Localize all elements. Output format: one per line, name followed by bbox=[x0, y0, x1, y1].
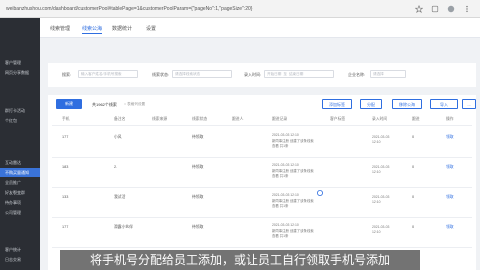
extension-icon[interactable] bbox=[430, 4, 440, 14]
th-remark: 备注名 bbox=[114, 117, 126, 121]
th-actions: 操作 bbox=[446, 117, 454, 121]
more-button[interactable]: ... bbox=[462, 99, 476, 109]
cell-phone: 177 bbox=[62, 225, 69, 229]
sidebar-item-redpacket[interactable]: 个红包 bbox=[0, 116, 40, 125]
address-bar[interactable]: weibanzhushou.com/dashboard/customerPool… bbox=[0, 0, 252, 18]
th-record: 跟进记录 bbox=[272, 117, 288, 121]
cell-follow-count: 0 bbox=[412, 195, 415, 199]
cell-name: 滑露小伙伴 bbox=[114, 225, 133, 229]
import-button[interactable]: 导入 bbox=[430, 99, 458, 109]
cell-phone: 183 bbox=[62, 165, 69, 169]
sidebar-item-promotion[interactable]: 全员推广 bbox=[0, 178, 40, 187]
claim-link[interactable]: 领取 bbox=[446, 135, 454, 140]
star-icon[interactable] bbox=[414, 4, 424, 14]
cell-entry-date: 2021-03-03 bbox=[372, 165, 390, 169]
new-button[interactable]: 新建 bbox=[56, 99, 82, 109]
company-label: 企业名称: bbox=[348, 72, 366, 77]
assign-button[interactable]: 分配 bbox=[360, 99, 382, 109]
th-phone: 手机 bbox=[62, 117, 70, 121]
total-count: 共1962个线索 bbox=[92, 102, 117, 107]
sidebar-item-share-data[interactable]: 网页分享数据 bbox=[0, 68, 40, 77]
cell-name: 我试活 bbox=[114, 195, 126, 199]
cell-phone: 133 bbox=[62, 195, 69, 199]
tab-statistics[interactable]: 数据统计 bbox=[112, 24, 132, 34]
row-divider bbox=[52, 247, 472, 248]
tab-settings[interactable]: 设置 bbox=[146, 24, 156, 34]
date-start: 开始日期 bbox=[267, 72, 282, 76]
company-select[interactable]: 请选择 bbox=[370, 70, 406, 78]
profile-icon[interactable] bbox=[446, 4, 456, 14]
th-follow-count: 跟进 bbox=[412, 117, 420, 121]
cell-followup-time: 2021-03-03 12:10 bbox=[272, 133, 299, 137]
cell-followup-time: 2021-03-03 12:10 bbox=[272, 223, 299, 227]
cell-entry-time: 12:10 bbox=[372, 170, 381, 174]
sidebar-item-logs[interactable]: 日志交易 bbox=[0, 255, 40, 264]
cell-entry-time: 12:10 bbox=[372, 230, 381, 234]
cell-entry-date: 2021-03-03 bbox=[372, 195, 390, 199]
row-divider bbox=[52, 157, 472, 158]
sidebar-item-todo[interactable]: 待办事项 bbox=[0, 198, 40, 207]
date-separator: 至 bbox=[283, 72, 287, 76]
row-divider bbox=[52, 217, 472, 218]
cell-entry-date: 2021-03-03 bbox=[372, 225, 390, 229]
cursor-icon bbox=[317, 190, 323, 196]
cell-entry-date: 2021-03-03 bbox=[372, 135, 390, 139]
th-source: 线索来源 bbox=[152, 117, 168, 121]
add-tag-button[interactable]: 添加标签 bbox=[322, 99, 352, 109]
search-label: 搜索: bbox=[62, 72, 72, 77]
claim-link[interactable]: 领取 bbox=[446, 165, 454, 170]
status-select[interactable]: 请选择线索状态 bbox=[172, 70, 232, 78]
cell-entry-time: 12:10 bbox=[372, 200, 381, 204]
sidebar-item-radar[interactable]: 互动雷达 bbox=[0, 158, 40, 167]
th-entry-time: 录入时间 bbox=[372, 117, 388, 121]
browser-icons bbox=[414, 4, 472, 14]
cell-follow-count: 0 bbox=[412, 225, 415, 229]
cell-follow-count: 0 bbox=[412, 135, 415, 139]
th-status: 线索状态 bbox=[192, 117, 208, 121]
cell-followup-view[interactable]: 查看 共1条 bbox=[272, 233, 288, 238]
status-label: 线索状态: bbox=[152, 72, 170, 77]
sidebar-item-stats[interactable]: 客户统计 bbox=[0, 245, 40, 254]
search-input[interactable]: 输入客户姓名/手机号搜索 bbox=[78, 70, 138, 78]
claim-link[interactable]: 领取 bbox=[446, 225, 454, 230]
tab-clue-management[interactable]: 线索管理 bbox=[50, 24, 70, 34]
entry-time-label: 录入时间: bbox=[244, 72, 262, 77]
cell-entry-time: 12:10 bbox=[372, 140, 381, 144]
cell-followup-view[interactable]: 查看 共1条 bbox=[272, 173, 288, 178]
sidebar-item-customers[interactable]: 客户管理 bbox=[0, 58, 40, 67]
header-divider bbox=[52, 125, 472, 126]
cell-name: 2. bbox=[114, 165, 118, 169]
tab-clue-pool[interactable]: 线索公海 bbox=[82, 24, 103, 34]
cell-status: 待领取 bbox=[192, 195, 204, 199]
th-follower: 跟进人 bbox=[232, 117, 244, 121]
menu-icon[interactable] bbox=[462, 4, 472, 14]
cell-followup-time: 2021-03-03 12:10 bbox=[272, 193, 299, 197]
filter-panel: 搜索: 输入客户姓名/手机号搜索 线索状态: 请选择线索状态 录入时间: 开始日… bbox=[48, 63, 476, 87]
date-range-input[interactable]: 开始日期 至 结束日期 bbox=[264, 70, 334, 78]
cell-followup-view[interactable]: 查看 共1条 bbox=[272, 203, 288, 208]
cell-status: 待领取 bbox=[192, 225, 204, 229]
cell-phone: 177 bbox=[62, 135, 69, 139]
sidebar-item-fission[interactable]: 好友裂变群 bbox=[0, 188, 40, 197]
sidebar: 客户管理 网页分享数据 群打卡活动 个红包 互动雷达 不购买量通知 全员推广 好… bbox=[0, 18, 40, 270]
column-settings-link[interactable]: ○ 表格列设置 bbox=[124, 102, 145, 107]
cell-status: 待领取 bbox=[192, 165, 204, 169]
claim-link[interactable]: 领取 bbox=[446, 195, 454, 200]
cell-follow-count: 0 bbox=[412, 165, 415, 169]
th-tags: 客户标签 bbox=[330, 117, 346, 121]
cell-followup-time: 2021-03-03 12:10 bbox=[272, 163, 299, 167]
row-divider bbox=[52, 187, 472, 188]
sidebar-item-company[interactable]: 公司管理 bbox=[0, 208, 40, 217]
sidebar-item-clue-pool[interactable]: 不购买量通知 bbox=[0, 168, 40, 177]
cell-status: 待领取 bbox=[192, 135, 204, 139]
cell-name: 小风 bbox=[114, 135, 122, 139]
browser-bar: weibanzhushou.com/dashboard/customerPool… bbox=[0, 0, 480, 18]
subtitle-band: 将手机号分配给员工添加，或让员工自行领取手机号添加 bbox=[60, 250, 420, 270]
video-subtitle: 将手机号分配给员工添加，或让员工自行领取手机号添加 bbox=[89, 253, 390, 267]
sidebar-item-group-checkin[interactable]: 群打卡活动 bbox=[0, 106, 40, 115]
cell-followup-view[interactable]: 查看 共1条 bbox=[272, 143, 288, 148]
tab-bar: 线索管理 线索公海 数据统计 设置 bbox=[40, 18, 480, 38]
remove-pool-button[interactable]: 移除公海 bbox=[392, 99, 422, 109]
date-end: 结束日期 bbox=[288, 72, 304, 76]
